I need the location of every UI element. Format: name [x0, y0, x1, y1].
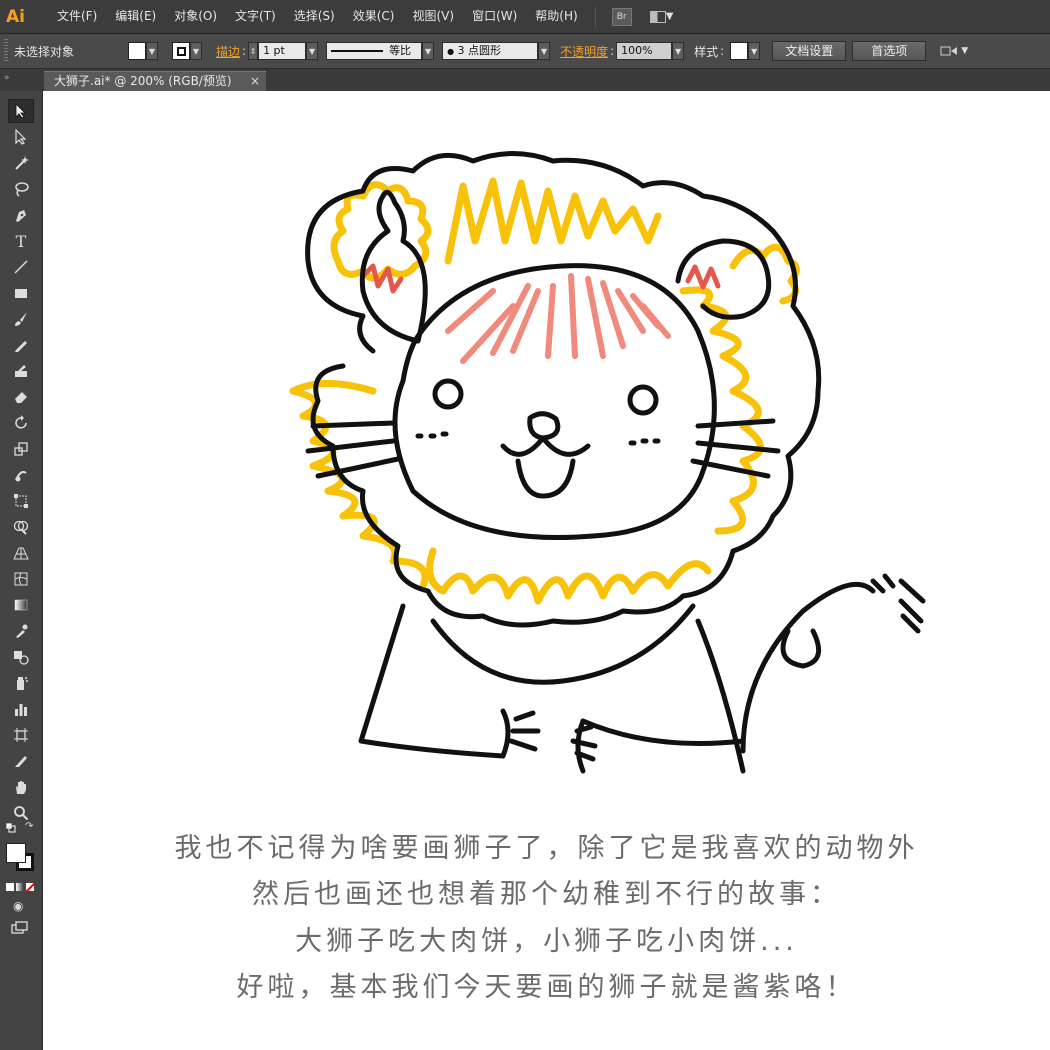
- chevron-down-icon: ▼: [961, 46, 969, 56]
- hair-strokes: [445, 273, 671, 364]
- arrange-documents-button[interactable]: ▼: [649, 10, 674, 23]
- brush-dropdown[interactable]: ▼: [538, 42, 551, 60]
- stroke-weight-dropdown[interactable]: ▼: [306, 42, 319, 60]
- opacity-dropdown[interactable]: ▼: [672, 42, 685, 60]
- shape-builder-icon[interactable]: [8, 515, 34, 539]
- document-tab-title: 大狮子.ai* @ 200% (RGB/预览): [54, 74, 232, 88]
- eyedropper-icon[interactable]: [8, 619, 34, 643]
- blob-brush-icon[interactable]: [8, 359, 34, 383]
- pen-icon[interactable]: [8, 203, 34, 227]
- stroke-stepper[interactable]: ⇕: [248, 42, 259, 60]
- pencil-icon[interactable]: [8, 333, 34, 357]
- hand-icon[interactable]: [8, 775, 34, 799]
- gradient-mode-icon[interactable]: [16, 883, 24, 891]
- rectangle-icon[interactable]: [8, 281, 34, 305]
- stroke-label[interactable]: 描边: [216, 43, 240, 60]
- graphic-style-dropdown[interactable]: ▼: [748, 42, 761, 60]
- line-icon[interactable]: [8, 255, 34, 279]
- brush-definition[interactable]: ● 3 点圆形: [442, 42, 539, 60]
- preferences-button[interactable]: 首选项: [852, 41, 927, 61]
- opacity-field[interactable]: 100%: [616, 42, 673, 60]
- rotate-icon[interactable]: [8, 411, 34, 435]
- arrange-grid-icon: [649, 10, 666, 23]
- lion-outline: [305, 151, 926, 774]
- brush-label: 3 点圆形: [457, 44, 502, 57]
- fill-color-box[interactable]: [6, 843, 26, 863]
- menu-window[interactable]: 窗口(W): [463, 0, 526, 33]
- fill-stroke-widget[interactable]: [6, 843, 36, 873]
- menu-divider: [594, 6, 596, 27]
- gradient-icon[interactable]: [8, 593, 34, 617]
- profile-line-icon: [331, 50, 384, 52]
- swap-colors-icon[interactable]: ↷: [25, 821, 33, 832]
- collapse-toolbar-icon[interactable]: »: [4, 73, 10, 83]
- type-icon[interactable]: T: [8, 229, 34, 253]
- profile-dropdown[interactable]: ▼: [422, 42, 435, 60]
- caption-line-2: 然后也画还也想着那个幼稚到不行的故事：: [252, 879, 841, 910]
- artboard-canvas[interactable]: 我也不记得为啥要画狮子了，除了它是我喜欢的动物外 然后也画还也想着那个幼稚到不行…: [43, 91, 1050, 1050]
- stroke-swatch[interactable]: [172, 42, 190, 60]
- menu-type[interactable]: 文字(T): [226, 0, 285, 33]
- app-logo: Ai: [6, 6, 25, 27]
- screen-mode-icon[interactable]: [11, 921, 29, 938]
- opacity-label[interactable]: 不透明度: [560, 43, 608, 60]
- fill-swatch[interactable]: [128, 42, 146, 60]
- column-graph-icon[interactable]: [8, 697, 34, 721]
- brush-dot-icon: ●: [447, 47, 455, 56]
- variable-width-profile[interactable]: 等比: [326, 42, 423, 60]
- color-mode-buttons: [6, 883, 34, 891]
- paintbrush-icon[interactable]: [8, 307, 34, 331]
- menu-effect[interactable]: 效果(C): [344, 0, 404, 33]
- blend-icon[interactable]: [8, 645, 34, 669]
- lasso-icon[interactable]: [8, 177, 34, 201]
- selection-status: 未选择对象: [14, 44, 75, 59]
- perspective-grid-icon[interactable]: [8, 541, 34, 565]
- document-setup-button[interactable]: 文档设置: [772, 41, 847, 61]
- direct-selection-icon[interactable]: [8, 125, 34, 149]
- menu-file[interactable]: 文件(F): [48, 0, 106, 33]
- free-transform-icon[interactable]: [8, 489, 34, 513]
- slice-icon[interactable]: [8, 749, 34, 773]
- stroke-color-dropdown[interactable]: ▼: [190, 42, 202, 60]
- drawing-mode-icon[interactable]: ◉: [13, 899, 23, 913]
- control-bar: 未选择对象 ▼ ▼ 描边 : ⇕ 1 pt ▼ 等比 ▼ ● 3 点圆形 ▼ 不…: [0, 34, 1050, 69]
- chevron-down-icon: ▼: [665, 11, 674, 22]
- fill-dropdown[interactable]: ▼: [146, 42, 158, 60]
- stroke-weight-field[interactable]: 1 pt: [258, 42, 307, 60]
- menu-edit[interactable]: 编辑(E): [106, 0, 165, 33]
- bridge-button[interactable]: Br: [611, 7, 632, 26]
- mesh-icon[interactable]: [8, 567, 34, 591]
- default-colors-icon[interactable]: [5, 822, 16, 836]
- menu-select[interactable]: 选择(S): [285, 0, 344, 33]
- warp-icon[interactable]: [8, 463, 34, 487]
- document-tab-bar: » 大狮子.ai* @ 200% (RGB/预览) ×: [0, 69, 1050, 91]
- close-icon[interactable]: ×: [250, 72, 260, 91]
- style-label: 样式: [694, 44, 719, 59]
- panel-menu-icon: [940, 46, 958, 56]
- caption-line-3: 大狮子吃大肉饼，小狮子吃小肉饼...: [295, 926, 798, 957]
- document-tab[interactable]: 大狮子.ai* @ 200% (RGB/预览) ×: [44, 71, 266, 91]
- color-mode-icon[interactable]: [6, 883, 14, 891]
- caption-line-1: 我也不记得为啥要画狮子了，除了它是我喜欢的动物外: [174, 833, 919, 864]
- scale-icon[interactable]: [8, 437, 34, 461]
- menu-object[interactable]: 对象(O): [165, 0, 226, 33]
- none-mode-icon[interactable]: [26, 883, 34, 891]
- menu-help[interactable]: 帮助(H): [526, 0, 586, 33]
- magic-wand-icon[interactable]: [8, 151, 34, 175]
- tools-panel: T ↷ ◉: [0, 91, 43, 1050]
- stroke-square-icon: [176, 46, 186, 56]
- symbol-sprayer-icon[interactable]: [8, 671, 34, 695]
- menu-view[interactable]: 视图(V): [403, 0, 463, 33]
- panel-menu-button[interactable]: ▼: [940, 44, 968, 58]
- panel-grip[interactable]: [4, 39, 8, 63]
- eraser-icon[interactable]: [8, 385, 34, 409]
- caption-line-4: 好啦，基本我们今天要画的狮子就是酱紫咯！: [236, 972, 857, 1003]
- artboard-icon[interactable]: [8, 723, 34, 747]
- menu-bar: Ai 文件(F) 编辑(E) 对象(O) 文字(T) 选择(S) 效果(C) 视…: [0, 0, 1050, 34]
- graphic-style-swatch[interactable]: [730, 42, 749, 60]
- profile-label: 等比: [389, 44, 412, 57]
- selection-icon[interactable]: [8, 99, 34, 123]
